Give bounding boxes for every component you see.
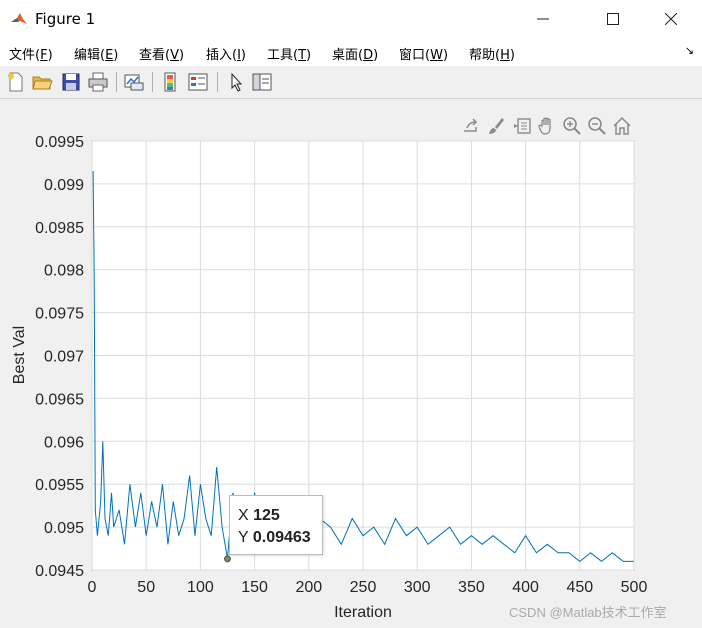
datatip-marker[interactable] — [224, 555, 231, 563]
datatip-x-value: 125 — [253, 507, 280, 524]
x-tick-label: 300 — [404, 579, 431, 596]
datatip-y-label: Y — [238, 529, 249, 546]
x-axis-label: Iteration — [334, 604, 392, 621]
x-tick-label: 150 — [241, 579, 268, 596]
datatip-y-value: 0.09463 — [252, 529, 311, 546]
x-tick-label: 200 — [295, 579, 322, 596]
y-tick-label: 0.0965 — [35, 391, 84, 408]
datatip[interactable]: X 125 Y 0.09463 — [229, 495, 323, 555]
y-tick-label: 0.099 — [44, 177, 84, 194]
watermark: CSDN @Matlab技术工作室 — [509, 605, 667, 620]
y-tick-label: 0.098 — [44, 263, 84, 280]
x-tick-label: 400 — [512, 579, 539, 596]
y-tick-label: 0.097 — [44, 349, 84, 366]
x-tick-label: 450 — [566, 579, 593, 596]
x-tick-label: 0 — [88, 579, 97, 596]
y-tick-label: 0.096 — [44, 434, 84, 451]
y-tick-label: 0.0995 — [35, 134, 84, 151]
y-axis-label: Best Val — [11, 326, 28, 384]
y-tick-label: 0.095 — [44, 520, 84, 537]
x-tick-label: 100 — [187, 579, 214, 596]
x-tick-label: 500 — [621, 579, 648, 596]
y-tick-label: 0.0945 — [35, 563, 84, 580]
y-tick-label: 0.0975 — [35, 306, 84, 323]
line-chart[interactable]: 0 50 100 150 200 250 300 350 400 450 500 0.0945 0.09… — [0, 0, 702, 628]
y-tick-label: 0.0985 — [35, 220, 84, 237]
y-tick-label: 0.0955 — [35, 477, 84, 494]
x-tick-label: 350 — [458, 579, 485, 596]
x-tick-label: 250 — [350, 579, 377, 596]
x-tick-label: 50 — [137, 579, 155, 596]
datatip-x-label: X — [238, 507, 249, 524]
